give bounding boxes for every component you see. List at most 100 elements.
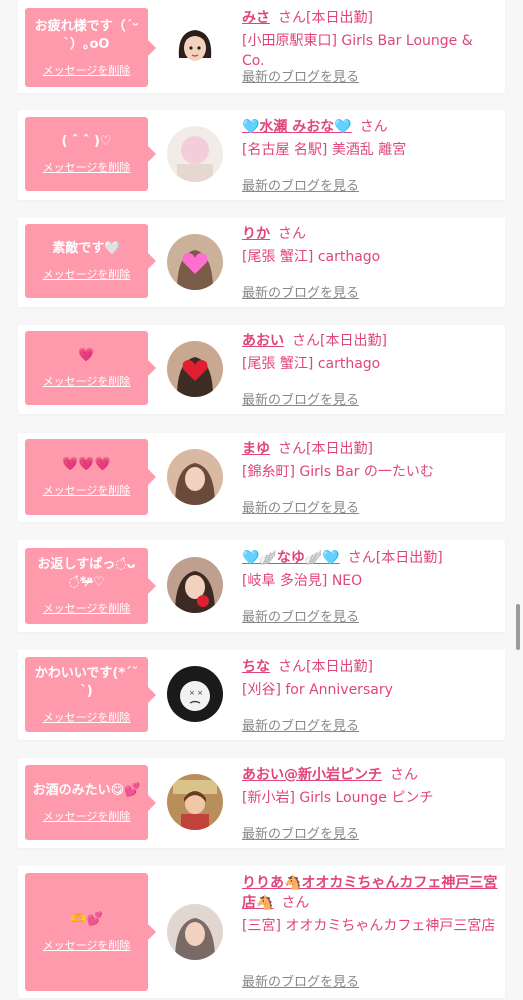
name-line: 🩵水瀬 みおな🩵 さん bbox=[242, 117, 499, 137]
message-card: 💗💗💗 メッセージを削除 まゆ さん[本日出勤] [錦糸町] Girls Bar の一た… bbox=[18, 433, 505, 522]
honorific: さん bbox=[281, 895, 310, 911]
cast-info: あおい さん[本日出勤] [尾張 蟹江] carthago bbox=[242, 331, 499, 374]
status-label: [本日出勤] bbox=[375, 550, 443, 566]
message-card: 💗 メッセージを削除 あおい さん[本日出勤] [尾張 蟹江] carthago 最新のブ… bbox=[18, 325, 505, 414]
cast-name-link[interactable]: あおい bbox=[242, 333, 284, 349]
shop-label: [岐阜 多治見] NEO bbox=[242, 573, 363, 589]
delete-message-link[interactable]: メッセージを削除 bbox=[43, 937, 131, 953]
latest-blog-link[interactable]: 最新のブログを見る bbox=[242, 497, 359, 516]
cast-name-link[interactable]: 🩵水瀬 みおな🩵 bbox=[242, 119, 352, 135]
message-text: 💗 bbox=[78, 348, 95, 363]
latest-blog-link[interactable]: 最新のブログを見る bbox=[242, 606, 359, 625]
shop-label: [新小岩] Girls Lounge ピンチ bbox=[242, 790, 434, 806]
message-card: ( ˆ ˆ )♡ メッセージを削除 🩵水瀬 みおな🩵 さん [名古屋 名駅] 美酒乱 離… bbox=[18, 110, 505, 200]
honorific: さん bbox=[390, 767, 418, 783]
cast-info: あおい@新小岩ピンチ さん [新小岩] Girls Lounge ピンチ bbox=[242, 765, 499, 808]
cast-name-link[interactable]: りか bbox=[242, 226, 270, 242]
honorific: さん bbox=[278, 10, 306, 26]
message-card: お返しすぱっ◌̇ᴗ◌̇*ᵒ̴̶̷♡ メッセージを削除 🩵🪽なゆ🪽🩵 さん[本日出勤] [… bbox=[18, 540, 505, 632]
shop-label: [名古屋 名駅] 美酒乱 離宮 bbox=[242, 142, 407, 158]
name-line: あおい@新小岩ピンチ さん bbox=[242, 765, 499, 785]
message-bubble: 💗💗💗 メッセージを削除 bbox=[25, 439, 156, 515]
cast-info: 🩵水瀬 みおな🩵 さん [名古屋 名駅] 美酒乱 離宮 bbox=[242, 117, 499, 160]
latest-blog-link[interactable]: 最新のブログを見る bbox=[242, 389, 359, 408]
cast-info: りか さん [尾張 蟹江] carthago bbox=[242, 224, 499, 267]
message-text: 🫶💕 bbox=[70, 912, 103, 927]
delete-message-link[interactable]: メッセージを削除 bbox=[43, 600, 131, 616]
message-bubble: 🫶💕 メッセージを削除 bbox=[25, 873, 156, 991]
delete-message-link[interactable]: メッセージを削除 bbox=[43, 159, 131, 175]
sticker-face-avatar[interactable]: × × bbox=[167, 666, 223, 722]
honorific: さん bbox=[278, 659, 306, 675]
latest-blog-link[interactable]: 最新のブログを見る bbox=[242, 715, 359, 734]
latest-blog-link[interactable]: 最新のブログを見る bbox=[242, 823, 359, 842]
photo-avatar[interactable] bbox=[167, 904, 223, 960]
shop-label: [尾張 蟹江] carthago bbox=[242, 356, 381, 372]
cast-info: みさ さん[本日出勤] [小田原駅東口] Girls Bar Lounge & Co… bbox=[242, 8, 499, 71]
status-label: [本日出勤] bbox=[306, 10, 373, 26]
cast-info: りりあ🐴オオカミちゃんカフェ神戸三宮店🐴 さん [三宮] オオカミちゃんカフェ神戸三… bbox=[242, 873, 499, 936]
delete-message-link[interactable]: メッセージを削除 bbox=[43, 808, 131, 824]
delete-message-link[interactable]: メッセージを削除 bbox=[43, 266, 131, 282]
latest-blog-link[interactable]: 最新のブログを見る bbox=[242, 175, 359, 194]
name-line: まゆ さん[本日出勤] bbox=[242, 439, 499, 459]
photo-avatar[interactable] bbox=[167, 557, 223, 613]
message-text: お返しすぱっ◌̇ᴗ◌̇*ᵒ̴̶̷♡ bbox=[37, 557, 136, 590]
message-text: 💗💗💗 bbox=[62, 457, 111, 472]
cast-name-link[interactable]: みさ bbox=[242, 10, 270, 26]
scrollbar[interactable] bbox=[516, 604, 520, 650]
message-text: ( ˆ ˆ )♡ bbox=[61, 134, 112, 149]
shop-label: [錦糸町] Girls Bar の一たいむ bbox=[242, 464, 434, 480]
latest-blog-link[interactable]: 最新のブログを見る bbox=[242, 971, 359, 990]
cast-name-link[interactable]: 🩵🪽なゆ🪽🩵 bbox=[242, 550, 340, 566]
honorific: さん bbox=[292, 333, 320, 349]
message-bubble: お疲れ様です（ˊᵕˋ）｡oO メッセージを削除 bbox=[25, 8, 156, 87]
illustration-avatar[interactable] bbox=[167, 774, 223, 830]
shop-label: [小田原駅東口] Girls Bar Lounge & Co. bbox=[242, 33, 473, 69]
cast-name-link[interactable]: まゆ bbox=[242, 441, 270, 457]
photo-avatar[interactable] bbox=[167, 449, 223, 505]
message-text: かわいいです(*´˘`) bbox=[34, 665, 139, 699]
message-card: かわいいです(*´˘`) メッセージを削除 × × ちな さん[本日出勤] [刈谷] fo… bbox=[18, 650, 505, 740]
blurred-photo-avatar[interactable] bbox=[167, 126, 223, 182]
status-label: [本日出勤] bbox=[320, 333, 387, 349]
anime-girl-avatar[interactable] bbox=[167, 18, 223, 74]
message-text: 素敵です🤍 bbox=[52, 241, 121, 256]
honorific: さん bbox=[359, 119, 388, 135]
name-line: りりあ🐴オオカミちゃんカフェ神戸三宮店🐴 さん bbox=[242, 873, 499, 913]
name-line: 🩵🪽なゆ🪽🩵 さん[本日出勤] bbox=[242, 548, 499, 568]
message-bubble: ( ˆ ˆ )♡ メッセージを削除 bbox=[25, 117, 156, 191]
name-line: ちな さん[本日出勤] bbox=[242, 657, 499, 677]
cast-name-link[interactable]: あおい@新小岩ピンチ bbox=[242, 767, 382, 783]
cast-info: 🩵🪽なゆ🪽🩵 さん[本日出勤] [岐阜 多治見] NEO bbox=[242, 548, 499, 591]
cast-info: ちな さん[本日出勤] [刈谷] for Anniversary bbox=[242, 657, 499, 700]
delete-message-link[interactable]: メッセージを削除 bbox=[43, 482, 131, 498]
message-bubble: 素敵です🤍 メッセージを削除 bbox=[25, 224, 156, 298]
heart-covered-photo-avatar[interactable] bbox=[167, 234, 223, 290]
svg-text:× ×: × × bbox=[189, 689, 203, 697]
shop-label: [尾張 蟹江] carthago bbox=[242, 249, 381, 265]
cast-info: まゆ さん[本日出勤] [錦糸町] Girls Bar の一たいむ bbox=[242, 439, 499, 482]
name-line: みさ さん[本日出勤] bbox=[242, 8, 499, 28]
honorific: さん bbox=[278, 226, 306, 242]
status-label: [本日出勤] bbox=[306, 441, 373, 457]
delete-message-link[interactable]: メッセージを削除 bbox=[43, 62, 131, 78]
message-bubble: 💗 メッセージを削除 bbox=[25, 331, 156, 405]
message-bubble: かわいいです(*´˘`) メッセージを削除 bbox=[25, 657, 156, 732]
honorific: さん bbox=[278, 441, 306, 457]
message-bubble: お酒のみたい😋💕 メッセージを削除 bbox=[25, 765, 156, 840]
cast-name-link[interactable]: ちな bbox=[242, 659, 270, 675]
status-label: [本日出勤] bbox=[306, 659, 373, 675]
delete-message-link[interactable]: メッセージを削除 bbox=[43, 709, 131, 725]
message-card: 素敵です🤍 メッセージを削除 りか さん [尾張 蟹江] carthago 最新のブログを… bbox=[18, 218, 505, 307]
name-line: あおい さん[本日出勤] bbox=[242, 331, 499, 351]
shop-label: [三宮] オオカミちゃんカフェ神戸三宮店 bbox=[242, 918, 496, 934]
name-line: りか さん bbox=[242, 224, 499, 244]
latest-blog-link[interactable]: 最新のブログを見る bbox=[242, 66, 359, 85]
message-card: 🫶💕 メッセージを削除 りりあ🐴オオカミちゃんカフェ神戸三宮店🐴 さん [三宮] オオカ… bbox=[18, 866, 505, 998]
message-card: お酒のみたい😋💕 メッセージを削除 あおい@新小岩ピンチ さん [新小岩] Girls … bbox=[18, 758, 505, 848]
latest-blog-link[interactable]: 最新のブログを見る bbox=[242, 282, 359, 301]
delete-message-link[interactable]: メッセージを削除 bbox=[43, 373, 131, 389]
heart-covered-photo-avatar[interactable] bbox=[167, 341, 223, 397]
honorific: さん bbox=[347, 550, 376, 566]
